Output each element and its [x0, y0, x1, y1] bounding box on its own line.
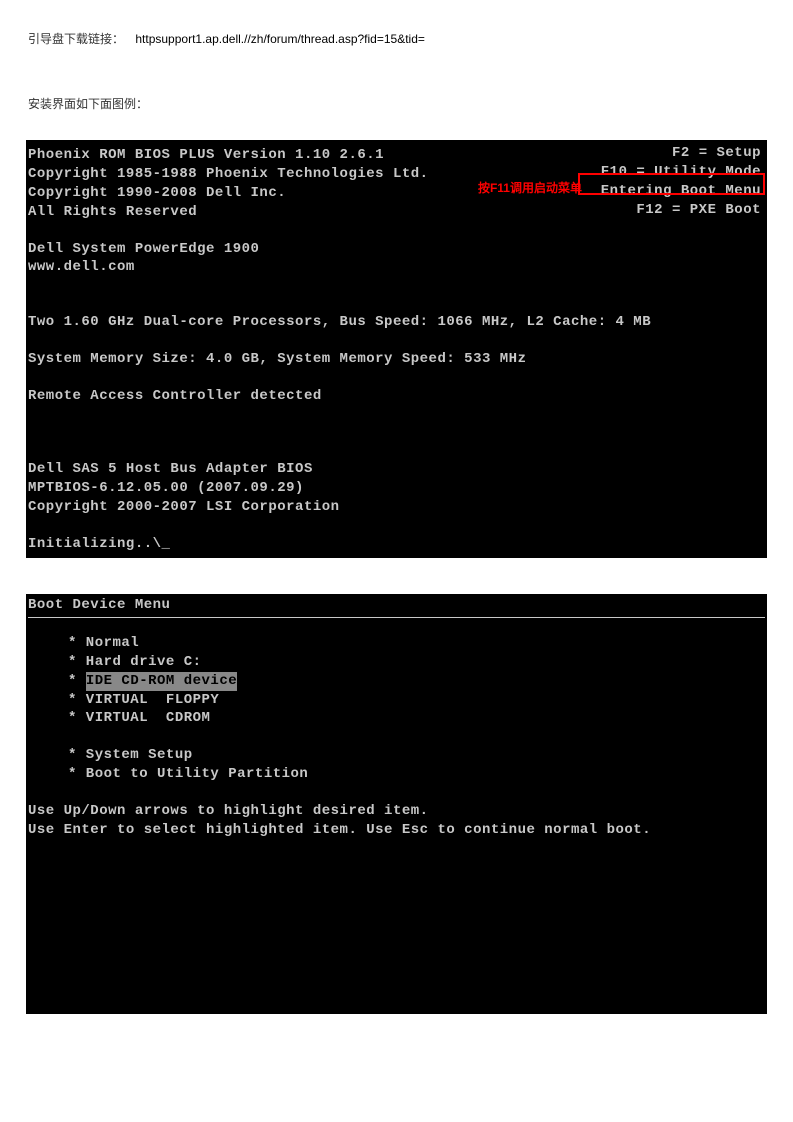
boot-instruction-1: Use Up/Down arrows to highlight desired … — [28, 802, 765, 821]
boot-device-list: * Normal * Hard drive C: * IDE CD-ROM de… — [28, 634, 765, 784]
boot-item-setup[interactable]: * System Setup — [28, 746, 765, 765]
boot-item-cdrom-prefix: * — [68, 673, 86, 689]
download-link-label: 引导盘下载链接： — [28, 32, 124, 46]
hotkey-f2: F2 = Setup — [601, 144, 761, 163]
install-subtitle: 安装界面如下面图例： — [28, 95, 765, 112]
bios-memory-info: System Memory Size: 4.0 GB, System Memor… — [28, 350, 765, 369]
boot-item-utility[interactable]: * Boot to Utility Partition — [28, 765, 765, 784]
bios-dell-url: www.dell.com — [28, 258, 765, 277]
bios-sas-adapter: Dell SAS 5 Host Bus Adapter BIOS — [28, 460, 765, 479]
bios-system-model: Dell System PowerEdge 1900 — [28, 240, 765, 259]
bios-lsi-copyright: Copyright 2000-2007 LSI Corporation — [28, 498, 765, 517]
boot-item-cdrom-selected: IDE CD-ROM device — [86, 672, 237, 691]
boot-item-hdd[interactable]: * Hard drive C: — [28, 653, 765, 672]
boot-instruction-2: Use Enter to select highlighted item. Us… — [28, 821, 765, 840]
hotkey-f12: F12 = PXE Boot — [601, 201, 761, 220]
boot-item-cdrom[interactable]: * IDE CD-ROM device — [28, 672, 765, 691]
download-link-url: httpsupport1.ap.dell.//zh/forum/thread.a… — [135, 32, 425, 46]
bios-initializing: Initializing..\_ — [28, 535, 765, 554]
download-link-line: 引导盘下载链接： httpsupport1.ap.dell.//zh/forum… — [28, 30, 765, 47]
boot-instructions: Use Up/Down arrows to highlight desired … — [28, 802, 765, 840]
bios-cpu-info: Two 1.60 GHz Dual-core Processors, Bus S… — [28, 313, 765, 332]
boot-item-vfloppy[interactable]: * VIRTUAL FLOPPY — [28, 691, 765, 710]
boot-menu-title: Boot Device Menu — [28, 596, 765, 618]
bios-post-screen: F2 = Setup F10 = Utility Mode Entering B… — [26, 140, 767, 558]
boot-device-menu-screen: Boot Device Menu * Normal * Hard drive C… — [26, 594, 767, 1014]
bios-rac-detected: Remote Access Controller detected — [28, 387, 765, 406]
red-highlight-box — [578, 173, 765, 195]
bios-mptbios: MPTBIOS-6.12.05.00 (2007.09.29) — [28, 479, 765, 498]
boot-item-normal[interactable]: * Normal — [28, 634, 765, 653]
f11-annotation: 按F11调用启动菜单 — [478, 180, 582, 196]
boot-item-vcdrom[interactable]: * VIRTUAL CDROM — [28, 709, 765, 728]
